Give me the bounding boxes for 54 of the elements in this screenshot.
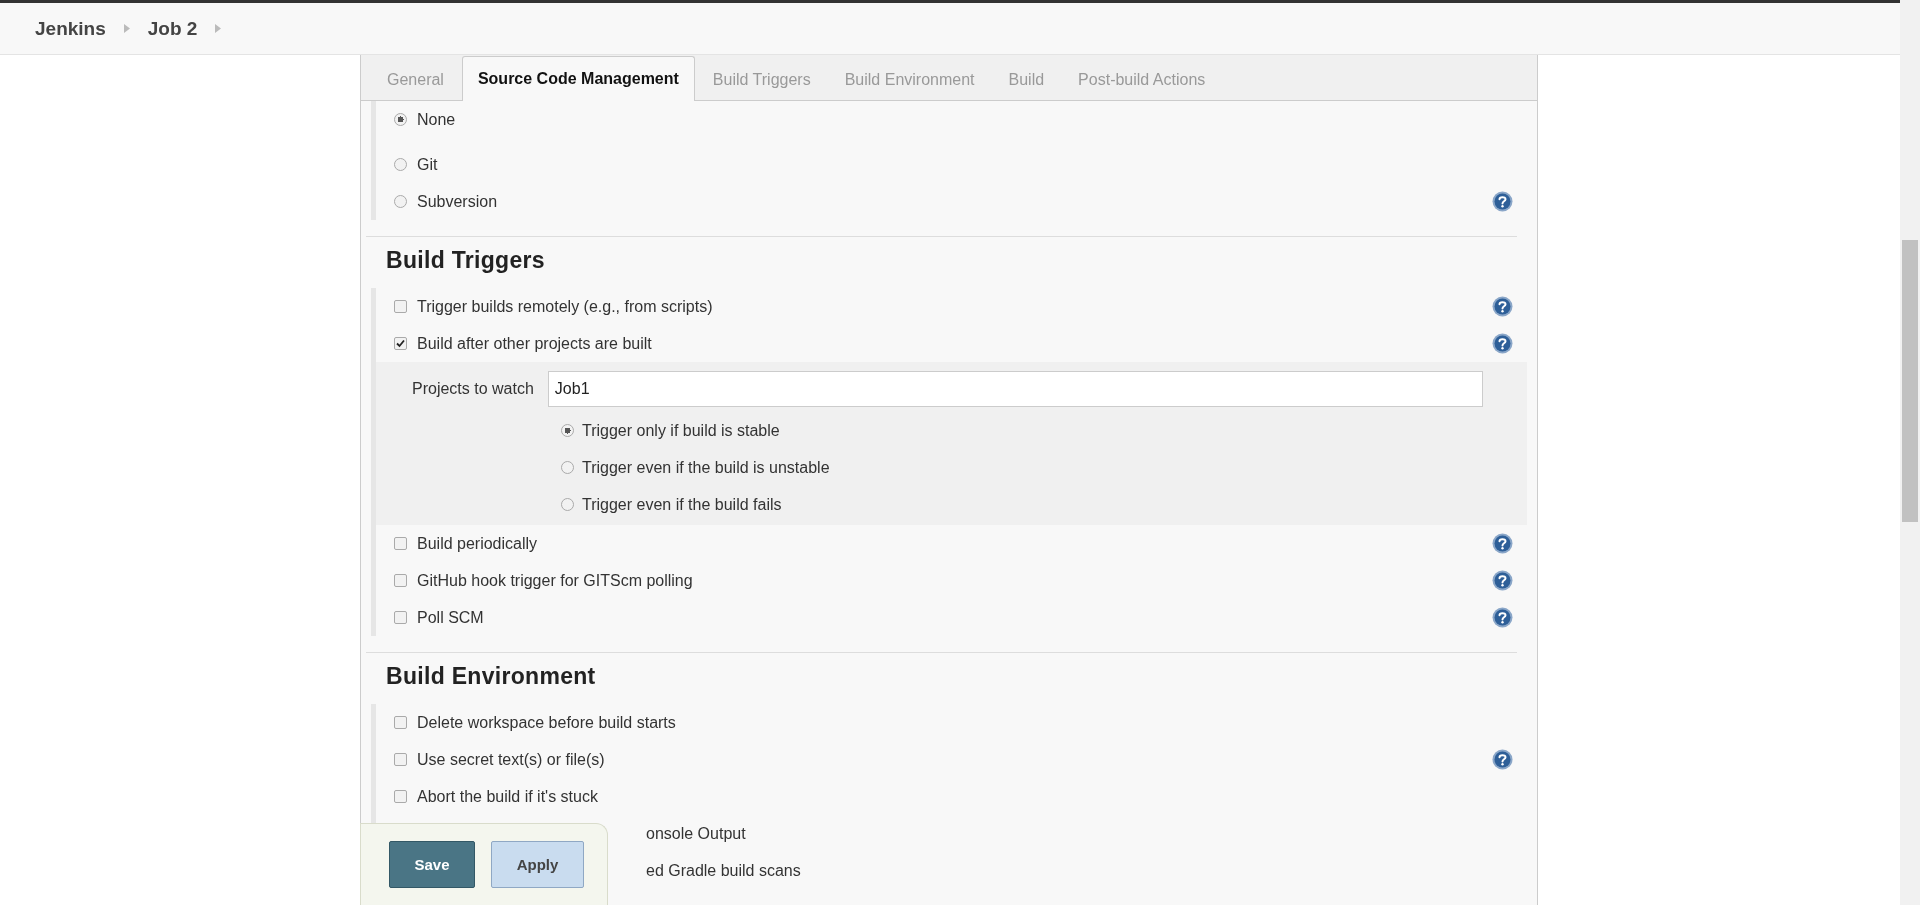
tab[interactable]: Build Environment	[828, 59, 991, 100]
section-heading: Build Environment	[386, 663, 597, 690]
tab[interactable]: General	[371, 59, 460, 100]
radio-button[interactable]	[561, 498, 574, 511]
option-label: ed Gradle build scans	[646, 861, 801, 880]
checkbox[interactable]	[394, 790, 407, 803]
section-heading: Build Triggers	[386, 247, 546, 274]
option-label: Build periodically	[417, 534, 538, 553]
option-label: GitHub hook trigger for GITScm polling	[417, 571, 693, 590]
radio-button[interactable]	[394, 158, 407, 171]
radio-button[interactable]	[394, 113, 407, 126]
checkbox[interactable]	[394, 753, 407, 766]
radio-button[interactable]	[561, 424, 574, 437]
help-icon[interactable]	[1492, 749, 1513, 770]
option-label: onsole Output	[646, 824, 746, 843]
scrollbar-thumb[interactable]	[1902, 240, 1918, 522]
field-label: Projects to watch	[412, 380, 534, 398]
help-icon[interactable]	[1492, 607, 1513, 628]
tab[interactable]: Post-build Actions	[1062, 59, 1222, 100]
breadcrumb-link[interactable]: Job 2	[147, 17, 198, 40]
option-label: Trigger builds remotely (e.g., from scripts)	[417, 297, 713, 316]
breadcrumb-link[interactable]: Jenkins	[35, 17, 106, 40]
checkbox[interactable]	[394, 716, 407, 729]
option-label: Trigger only if build is stable	[582, 421, 780, 440]
option-label: Delete workspace before build starts	[417, 713, 676, 732]
option-label: Subversion	[417, 192, 498, 211]
help-icon[interactable]	[1492, 191, 1513, 212]
option-label: None	[417, 110, 456, 129]
checkbox[interactable]	[394, 300, 407, 313]
tab[interactable]: Source Code Management	[461, 56, 695, 101]
caret-icon	[123, 24, 130, 33]
radio-button[interactable]	[394, 195, 407, 208]
help-icon[interactable]	[1492, 570, 1513, 591]
option-label: Git	[417, 155, 438, 174]
scrollbar[interactable]	[1900, 0, 1920, 905]
help-icon[interactable]	[1492, 333, 1513, 354]
apply-button[interactable]: Apply	[491, 841, 584, 888]
checkbox[interactable]	[394, 337, 407, 350]
help-icon[interactable]	[1492, 533, 1513, 554]
caret-icon	[215, 24, 222, 33]
checkbox[interactable]	[394, 611, 407, 624]
option-label: Build after other projects are built	[417, 334, 652, 353]
help-icon[interactable]	[1492, 296, 1513, 317]
checkbox[interactable]	[394, 574, 407, 587]
option-label: Use secret text(s) or file(s)	[417, 750, 605, 769]
checkbox[interactable]	[394, 537, 407, 550]
option-label: Trigger even if the build fails	[582, 495, 782, 514]
radio-button[interactable]	[561, 461, 574, 474]
option-label: Poll SCM	[417, 608, 484, 627]
projects-field[interactable]: Job1	[547, 371, 1483, 407]
option-label: Abort the build if it's stuck	[417, 787, 598, 806]
option-label: Trigger even if the build is unstable	[582, 458, 830, 477]
save-button[interactable]: Save	[389, 841, 475, 888]
tab[interactable]: Build Triggers	[696, 59, 827, 100]
